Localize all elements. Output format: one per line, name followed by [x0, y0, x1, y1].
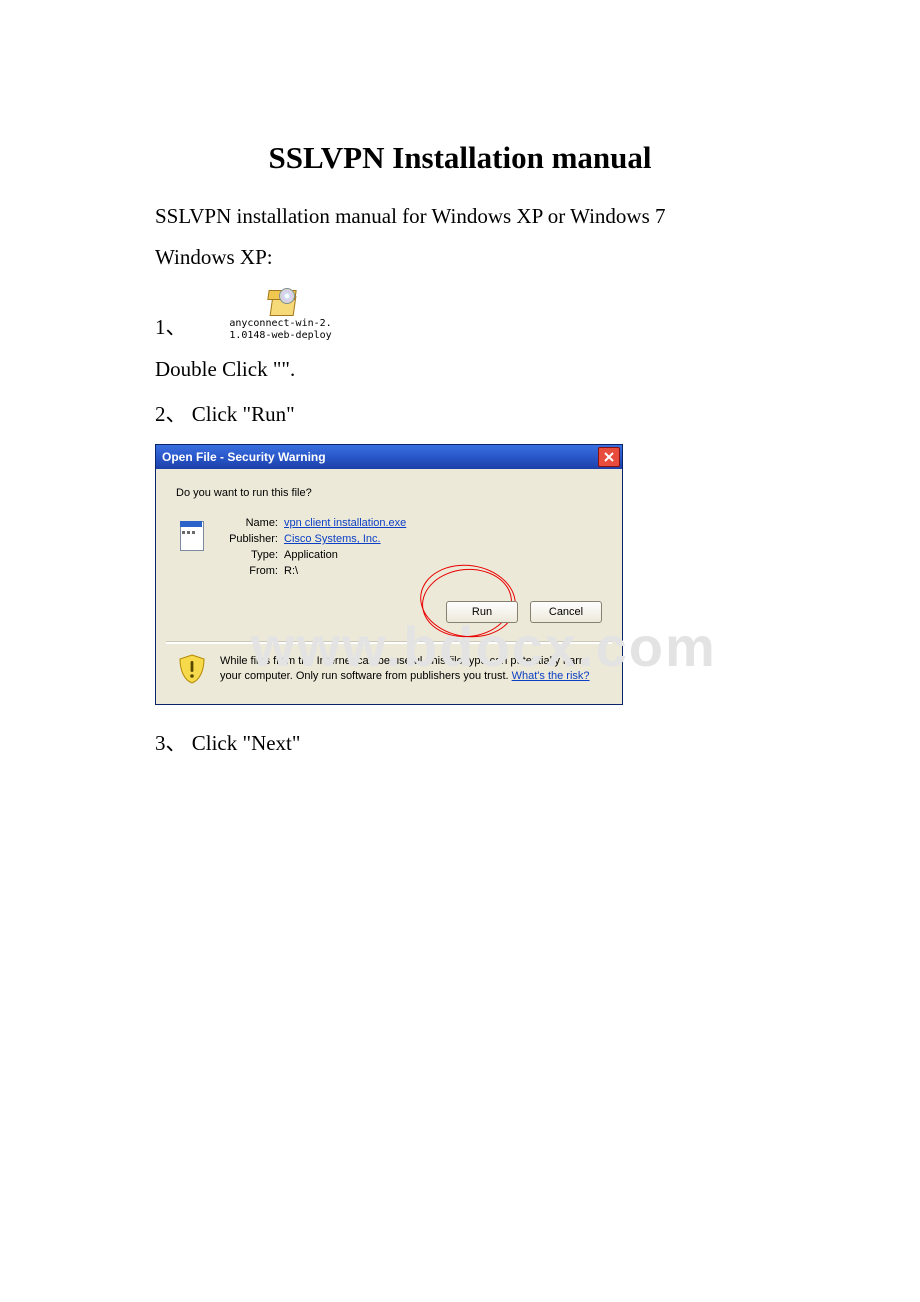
label-publisher: Publisher:	[220, 533, 284, 545]
application-icon	[176, 517, 208, 553]
page-title: SSLVPN Installation manual	[155, 140, 765, 176]
label-name: Name:	[220, 517, 284, 529]
os-heading: Windows XP:	[155, 245, 765, 270]
dialog-separator	[166, 641, 612, 644]
from-value: R:\	[284, 565, 298, 577]
dialog-title: Open File - Security Warning	[162, 450, 326, 464]
cancel-button[interactable]: Cancel	[530, 601, 602, 623]
dialog-warning-text: While files from the Internet can be use…	[220, 654, 604, 684]
label-from: From:	[220, 565, 284, 577]
publisher-link[interactable]: Cisco Systems, Inc.	[284, 533, 381, 545]
step-1-instruction: Double Click "".	[155, 357, 765, 382]
installer-file-caption: anyconnect-win-2. 1.0148-web-deploy	[229, 318, 331, 341]
file-info-table: Name: vpn client installation.exe Publis…	[220, 515, 406, 579]
dialog-button-row: Run Cancel	[172, 601, 602, 623]
step-3-text: Click "Next"	[192, 731, 301, 755]
installer-file-icon: anyconnect-win-2. 1.0148-web-deploy	[231, 286, 331, 341]
step-1: 1、 anyconnect-win-2. 1.0148-web-deploy	[155, 286, 765, 341]
label-type: Type:	[220, 549, 284, 561]
dialog-titlebar[interactable]: Open File - Security Warning	[156, 445, 622, 469]
step-2-text: Click "Run"	[192, 402, 295, 426]
security-warning-dialog: Open File - Security Warning Do you want…	[155, 444, 623, 705]
whats-the-risk-link[interactable]: What's the risk?	[512, 670, 590, 682]
dialog-lead-text: Do you want to run this file?	[176, 487, 606, 499]
intro-text: SSLVPN installation manual for Windows X…	[155, 204, 765, 229]
run-button[interactable]: Run	[446, 601, 518, 623]
file-name-link[interactable]: vpn client installation.exe	[284, 517, 406, 529]
step-2-marker: 2、	[155, 402, 187, 426]
type-value: Application	[284, 549, 338, 561]
box-icon	[265, 286, 297, 316]
close-button[interactable]	[598, 447, 620, 467]
shield-warning-icon	[178, 654, 206, 684]
close-icon	[604, 452, 614, 462]
step-1-marker: 1、	[155, 311, 187, 341]
step-3-marker: 3、	[155, 731, 187, 755]
